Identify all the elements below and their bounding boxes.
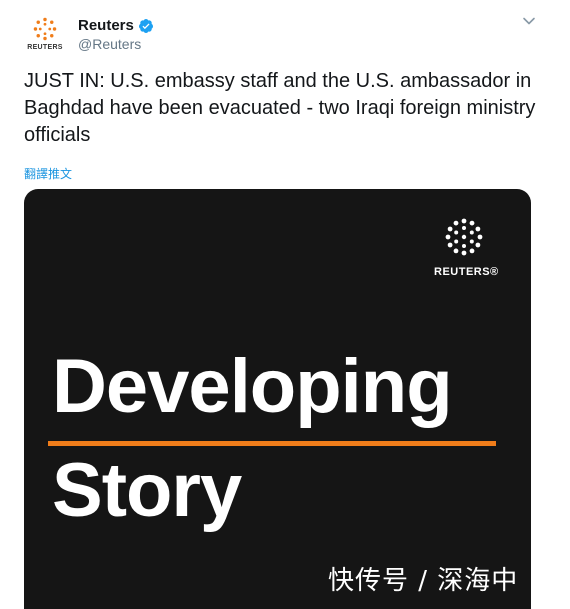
verified-badge-icon bbox=[138, 18, 153, 33]
avatar[interactable]: REUTERS bbox=[22, 10, 68, 56]
watermark-text: 快传号 / 深海中 bbox=[328, 566, 519, 596]
chevron-down-icon[interactable] bbox=[522, 14, 536, 28]
account-name[interactable]: Reuters bbox=[78, 17, 134, 34]
avatar-label: REUTERS bbox=[27, 43, 63, 51]
tweet-text: JUST IN: U.S. embassy staff and the U.S.… bbox=[24, 70, 536, 146]
reuters-logo-icon bbox=[33, 17, 57, 40]
logo-text: REUTERS® bbox=[434, 266, 499, 278]
reuters-dot-logo-icon bbox=[445, 218, 483, 256]
headline-line-2: Story bbox=[52, 448, 242, 533]
accent-divider bbox=[48, 441, 496, 446]
account-handle[interactable]: @Reuters bbox=[78, 36, 141, 52]
tweet-media-image[interactable]: REUTERS® Developing Story bbox=[24, 189, 531, 609]
tweet-card: REUTERS Reuters @Reuters JUST IN: U.S. e… bbox=[0, 0, 570, 609]
headline-line-1: Developing bbox=[52, 344, 453, 429]
reuters-logo: REUTERS® bbox=[434, 217, 499, 278]
translate-tweet-link[interactable]: 翻譯推文 bbox=[24, 165, 72, 182]
account-name-row[interactable]: Reuters bbox=[78, 17, 154, 34]
